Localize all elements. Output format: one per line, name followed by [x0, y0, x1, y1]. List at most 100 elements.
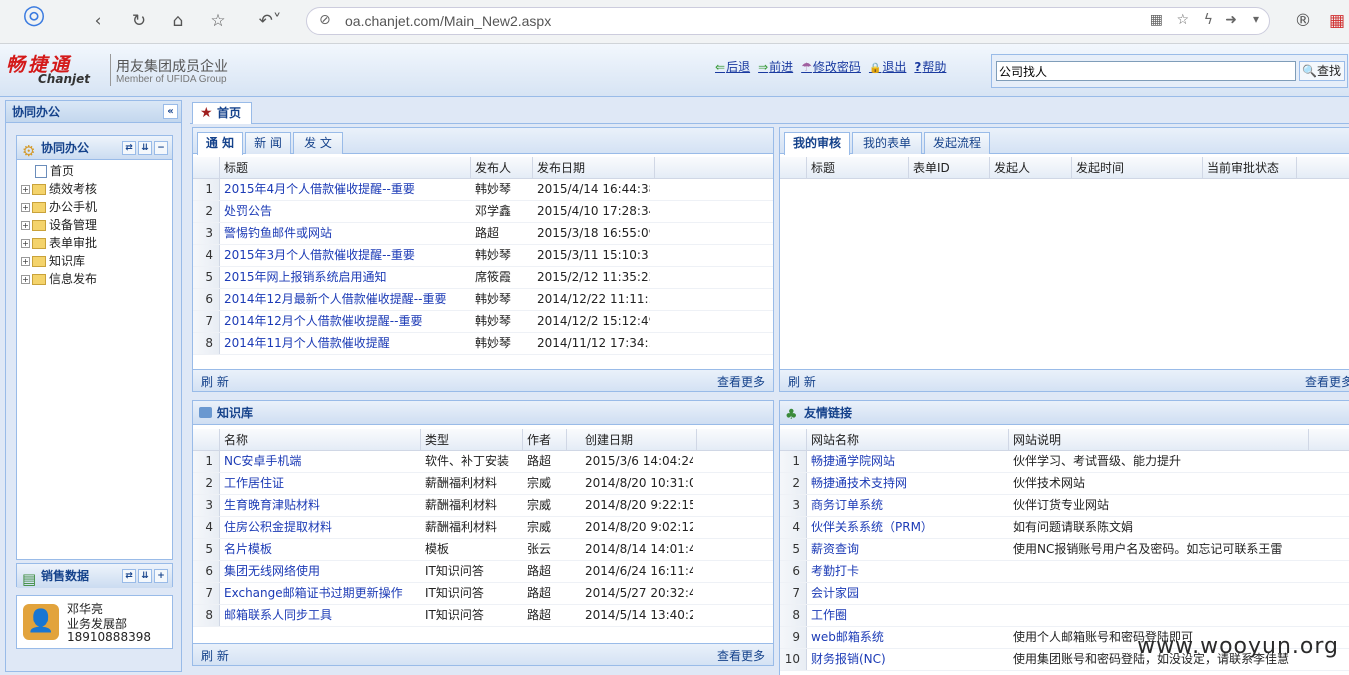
change-password-link[interactable]: ☂修改密码 [801, 58, 861, 75]
favorite-icon[interactable]: ☆ [1176, 12, 1189, 28]
logout-link[interactable]: 🔒退出 [869, 58, 906, 75]
accordion-header[interactable]: ⚙ 协同办公 ⇄ ⇊ − [17, 136, 172, 160]
refresh-link[interactable]: 刷 新 [201, 373, 229, 390]
site-info-icon[interactable]: ⊘ [319, 12, 331, 28]
column-header-site-desc[interactable]: 网站说明 [1009, 429, 1309, 450]
site-name-link[interactable]: 伙伴关系系统（PRM） [807, 517, 1009, 538]
tab-my-review[interactable]: 我的审核 [784, 132, 850, 155]
tree-item-performance[interactable]: + 绩效考核 [17, 180, 172, 198]
table-row[interactable]: 4 伙伴关系系统（PRM） 如有问题请联系陈文娟 [780, 517, 1349, 539]
table-row[interactable]: 2 处罚公告 邓学鑫 2015/4/10 17:28:34 [193, 201, 773, 223]
notice-title-link[interactable]: 2014年12月最新个人借款催收提醒--重要 [220, 289, 471, 310]
people-search-input[interactable] [996, 61, 1296, 81]
column-header-start-time[interactable]: 发起时间 [1072, 157, 1203, 178]
tab-my-forms[interactable]: 我的表单 [852, 132, 922, 154]
tab-notice[interactable]: 通 知 [197, 132, 243, 155]
expand-plus-icon[interactable]: + [21, 203, 30, 212]
column-header-status[interactable]: 当前审批状态 [1203, 157, 1297, 178]
kb-name-link[interactable]: Exchange邮箱证书过期更新操作 [220, 583, 421, 604]
table-row[interactable]: 7 会计家园 [780, 583, 1349, 605]
table-row[interactable]: 6 2014年12月最新个人借款催收提醒--重要 韩妙琴 2014/12/22 11:… [193, 289, 773, 311]
site-name-link[interactable]: 财务报销(NC) [807, 649, 1009, 670]
notice-title-link[interactable]: 处罚公告 [220, 201, 471, 222]
site-name-link[interactable]: 会计家园 [807, 583, 1009, 604]
tree-item-mobile[interactable]: + 办公手机 [17, 198, 172, 216]
table-row[interactable]: 2 工作居住证 薪酬福利材料 宗威 2014/8/20 10:31:09 [193, 473, 773, 495]
address-bar[interactable]: ⊘ oa.chanjet.com/Main_New2.aspx ▦ ☆ ϟ ➜ … [306, 7, 1270, 35]
table-row[interactable]: 1 NC安卓手机端 软件、补丁安装 路超 2015/3/6 14:04:24 [193, 451, 773, 473]
tab-home[interactable]: ★ 首页 [192, 102, 252, 124]
column-header-title[interactable]: 标题 [807, 157, 909, 178]
site-name-link[interactable]: 考勤打卡 [807, 561, 1009, 582]
expand-plus-icon[interactable]: + [21, 257, 30, 266]
notice-title-link[interactable]: 2015年网上报销系统启用通知 [220, 267, 471, 288]
tree-item-form-approval[interactable]: + 表单审批 [17, 234, 172, 252]
kb-name-link[interactable]: 邮箱联系人同步工具 [220, 605, 421, 626]
table-row[interactable]: 3 警惕钓鱼邮件或网站 路超 2015/3/18 16:55:09 [193, 223, 773, 245]
expand-plus-icon[interactable]: + [21, 275, 30, 284]
column-header-initiator[interactable]: 发起人 [990, 157, 1072, 178]
table-row[interactable]: 8 2014年11月个人借款催收提醒 韩妙琴 2014/11/12 17:34:... [193, 333, 773, 355]
notice-title-link[interactable]: 2014年11月个人借款催收提醒 [220, 333, 471, 354]
table-row[interactable]: 6 集团无线网络使用 IT知识问答 路超 2014/6/24 16:11:42 [193, 561, 773, 583]
home-icon[interactable]: ⌂ [167, 10, 189, 32]
url-text[interactable]: oa.chanjet.com/Main_New2.aspx [345, 13, 551, 29]
table-row[interactable]: 6 考勤打卡 [780, 561, 1349, 583]
refresh-link[interactable]: 刷 新 [201, 647, 229, 664]
table-row[interactable]: 3 生育晚育津贴材料 薪酬福利材料 宗威 2014/8/20 9:22:15 [193, 495, 773, 517]
table-row[interactable]: 7 Exchange邮箱证书过期更新操作 IT知识问答 路超 2014/5/27 20:… [193, 583, 773, 605]
table-row[interactable]: 1 畅捷通学院网站 伙伴学习、考试晋级、能力提升 [780, 451, 1349, 473]
forward-link[interactable]: ⇒前进 [758, 58, 793, 75]
reload-icon[interactable]: ↻ [128, 10, 150, 32]
table-row[interactable]: 4 2015年3月个人借款催收提醒--重要 韩妙琴 2015/3/11 15:10:3… [193, 245, 773, 267]
tab-start-workflow[interactable]: 发起流程 [924, 132, 990, 154]
expand-icon[interactable]: + [154, 569, 168, 583]
column-header-site-name[interactable]: 网站名称 [807, 429, 1009, 450]
kb-name-link[interactable]: 集团无线网络使用 [220, 561, 421, 582]
tree-item-devices[interactable]: + 设备管理 [17, 216, 172, 234]
column-header-date[interactable]: 发布日期 [533, 157, 655, 178]
kb-name-link[interactable]: 名片模板 [220, 539, 421, 560]
column-header-author[interactable]: 作者 [523, 429, 567, 450]
table-row[interactable]: 8 工作圈 [780, 605, 1349, 627]
table-row[interactable]: 5 2015年网上报销系统启用通知 席筱霞 2015/2/12 11:35:23 [193, 267, 773, 289]
extension-icon[interactable]: ® [1292, 10, 1314, 32]
accordion-header[interactable]: ▤ 销售数据 ⇄ ⇊ + [17, 564, 172, 588]
lightning-icon[interactable]: ϟ [1204, 12, 1213, 28]
tree-item-home[interactable]: 首页 [17, 162, 172, 180]
site-name-link[interactable]: 畅捷通技术支持网 [807, 473, 1009, 494]
bookmark-star-icon[interactable]: ☆ [207, 10, 229, 32]
expand-plus-icon[interactable]: + [21, 239, 30, 248]
tree-item-publish[interactable]: + 信息发布 [17, 270, 172, 288]
more-link[interactable]: 查看更多 [717, 373, 765, 390]
tab-documents[interactable]: 发 文 [293, 132, 343, 154]
expand-all-icon[interactable]: ⇊ [138, 141, 152, 155]
notice-title-link[interactable]: 2015年4月个人借款催收提醒--重要 [220, 179, 471, 200]
refresh-link[interactable]: 刷 新 [788, 373, 816, 390]
table-row[interactable]: 3 商务订单系统 伙伴订货专业网站 [780, 495, 1349, 517]
site-name-link[interactable]: 商务订单系统 [807, 495, 1009, 516]
expand-plus-icon[interactable]: + [21, 221, 30, 230]
undo-icon[interactable]: ↶˅ [252, 10, 288, 32]
qr-icon[interactable]: ▦ [1150, 12, 1163, 28]
table-row[interactable]: 5 薪资查询 使用NC报销账号用户名及密码。如忘记可联系王雷 [780, 539, 1349, 561]
expand-all-icon[interactable]: ⇊ [138, 569, 152, 583]
table-row[interactable]: 8 邮箱联系人同步工具 IT知识问答 路超 2014/5/14 13:40:24 [193, 605, 773, 627]
notice-title-link[interactable]: 警惕钓鱼邮件或网站 [220, 223, 471, 244]
column-header-type[interactable]: 类型 [421, 429, 523, 450]
collapse-icon[interactable]: − [154, 141, 168, 155]
column-header-created[interactable]: 创建日期 [567, 429, 697, 450]
tree-item-knowledge[interactable]: + 知识库 [17, 252, 172, 270]
kb-name-link[interactable]: 工作居住证 [220, 473, 421, 494]
back-link[interactable]: ⇐后退 [715, 58, 750, 75]
table-row[interactable]: 5 名片模板 模板 张云 2014/8/14 14:01:43 [193, 539, 773, 561]
notice-title-link[interactable]: 2015年3月个人借款催收提醒--重要 [220, 245, 471, 266]
more-link[interactable]: 查看更多 [1305, 373, 1349, 390]
kb-name-link[interactable]: 生育晚育津贴材料 [220, 495, 421, 516]
refresh-icon[interactable]: ⇄ [122, 141, 136, 155]
search-button[interactable]: 🔍查找 [1299, 61, 1345, 81]
table-row[interactable]: 2 畅捷通技术支持网 伙伴技术网站 [780, 473, 1349, 495]
column-header-form-id[interactable]: 表单ID [909, 157, 990, 178]
apps-grid-icon[interactable]: ▦ [1326, 10, 1348, 32]
kb-name-link[interactable]: 住房公积金提取材料 [220, 517, 421, 538]
